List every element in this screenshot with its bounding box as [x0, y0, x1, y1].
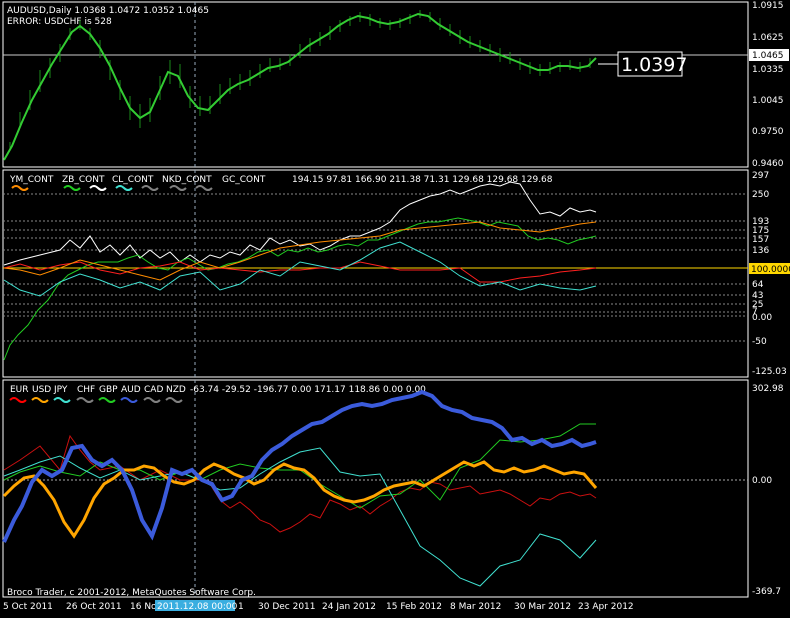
indicator1-values: 194.15 97.81 166.90 211.38 71.31 129.68 … [292, 175, 553, 185]
ind1-y-tick: 0.00 [752, 313, 772, 323]
main-pane-border [2, 1, 749, 168]
legend-aud: AUD [121, 385, 141, 395]
legend-swatch-zb [63, 185, 81, 191]
main-title: AUDUSD,Daily 1.0368 1.0472 1.0352 1.0465 [7, 6, 209, 16]
highlight-label: 100.0000 [751, 265, 790, 275]
legend-swatch-nkd [115, 185, 133, 191]
indicator1-pane[interactable]: YM_CONT ZB_CONT CL_CONT NKD_CONT GC_CONT… [3, 171, 790, 377]
main-pane[interactable]: AUDUSD,Daily 1.0368 1.0472 1.0352 1.0465… [3, 1, 789, 169]
series-eur-like [3, 261, 597, 283]
series-eur [3, 434, 597, 533]
copyright-footer: Broco Trader, c 2001-2012, MetaQuotes So… [7, 588, 256, 598]
main-y-tick: 0.9750 [752, 127, 784, 137]
indicator2-values: -63.74 -29.52 -196.77 0.00 171.17 118.86… [190, 385, 426, 395]
main-y-tick: 1.0915 [752, 1, 784, 11]
price-tag-label: 1.0397 [621, 54, 687, 76]
legend-usd: USD [32, 385, 51, 395]
ind2-y-tick: 302.98 [752, 384, 784, 394]
x-tick-label: 16 No [130, 602, 157, 612]
indicator2-pane-border [2, 379, 749, 598]
legend-nzd: NZD [166, 385, 186, 395]
series-usd [2, 460, 598, 539]
ind1-y-tick: 64 [752, 280, 764, 290]
ind2-y-tick: 0.00 [752, 476, 772, 486]
indicator2-pane[interactable]: EUR USD JPY CHF GBP AUD CAD NZD -63.74 -… [2, 384, 784, 597]
x-tick-label: 26 Oct 2011 [66, 602, 122, 612]
legend-label-cl: CL_CONT [112, 175, 154, 185]
legend-cad: CAD [144, 385, 163, 395]
legend-swatch-aud [120, 397, 138, 403]
legend-gbp: GBP [99, 385, 118, 395]
legend-swatch-chf [76, 397, 94, 403]
legend-jpy: JPY [53, 385, 68, 395]
legend-swatch-eur [9, 397, 27, 403]
x-axis: 5 Oct 2011 26 Oct 2011 16 No 2011.12.08 … [3, 600, 634, 612]
legend-swatch-cad [143, 397, 161, 403]
ind1-y-tick: 136 [752, 246, 769, 256]
ind1-y-tick: 250 [752, 190, 769, 200]
legend-swatch-jpy [53, 397, 71, 403]
ind1-y-tick: -50 [752, 337, 767, 347]
x-tick-label: 30 Mar 2012 [514, 602, 571, 612]
legend-label-nkd: NKD_CONT [162, 175, 212, 185]
current-price-label: 1.0465 [752, 51, 784, 61]
price-bars [9, 10, 591, 150]
ind1-y-tick: 297 [752, 171, 769, 181]
legend-label-gc: GC_CONT [222, 175, 266, 185]
series-zb [3, 217, 597, 361]
legend-swatch-gbp [98, 397, 116, 403]
legend-swatch-ym [11, 185, 29, 191]
x-tick-label: 8 Mar 2012 [450, 602, 501, 612]
legend-swatch-usd [31, 397, 49, 403]
legend-swatch-nzd [165, 397, 183, 403]
error-message: ERROR: USDCHF is 528 [7, 17, 112, 27]
legend-label-zb: ZB_CONT [62, 175, 105, 185]
main-y-tick: 1.0335 [752, 65, 784, 75]
ind1-y-tick: -125.03 [752, 367, 787, 377]
ind1-y-tick: 157 [752, 235, 769, 245]
crosshair-date-label: 2011.12.08 00:00 [157, 602, 238, 612]
x-tick-label: 24 Jan 2012 [322, 602, 376, 612]
x-tick-label: 15 Feb 2012 [386, 602, 442, 612]
legend-swatch-cl [89, 185, 107, 191]
price-line [3, 12, 597, 161]
x-tick-label: 23 Apr 2012 [578, 602, 634, 612]
legend-chf: CHF [77, 385, 95, 395]
x-tick-label: 5 Oct 2011 [3, 602, 53, 612]
x-tick-label: 30 Dec 2011 [258, 602, 316, 612]
chart-canvas[interactable]: AUDUSD,Daily 1.0368 1.0472 1.0352 1.0465… [0, 0, 790, 618]
legend-swatch-extra [169, 185, 187, 191]
main-y-tick: 0.9460 [752, 159, 784, 169]
main-y-tick: 1.0625 [752, 33, 784, 43]
legend-eur: EUR [10, 385, 29, 395]
legend-swatch-extra2 [195, 185, 213, 191]
legend-swatch-gc [141, 185, 159, 191]
main-y-tick: 1.0045 [752, 96, 784, 106]
x-tick-label: 1 [238, 602, 244, 612]
legend-label-ym: YM_CONT [9, 175, 54, 185]
ind2-y-tick: -369.7 [752, 587, 781, 597]
indicator1-pane-border [2, 169, 749, 378]
